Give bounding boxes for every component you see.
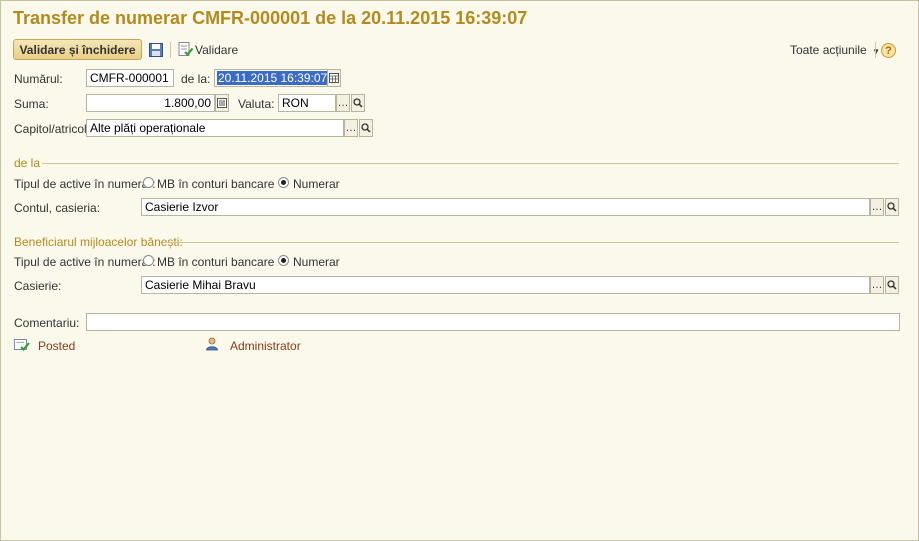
from-radio-cash[interactable] <box>278 177 289 188</box>
from-account-field[interactable]: Casierie Izvor <box>141 198 870 216</box>
to-radio-cash[interactable] <box>278 255 289 266</box>
calendar-icon[interactable] <box>327 69 341 87</box>
validate-icon[interactable] <box>177 41 194 60</box>
chapter-field[interactable]: Alte plăți operaționale <box>86 119 344 137</box>
from-option-bank-label: MB în conturi bancare <box>157 177 275 191</box>
to-option-cash-label: Numerar <box>293 255 340 269</box>
search-icon[interactable] <box>351 94 365 112</box>
to-option-bank-label: MB în conturi bancare <box>157 255 275 269</box>
date-value: 20.11.2015 16:39:07 <box>217 71 328 85</box>
section-divider <box>42 163 899 164</box>
section-divider <box>163 242 899 243</box>
currency-field[interactable]: RON <box>278 94 336 112</box>
sum-field[interactable]: 1.800,00 <box>86 94 215 112</box>
comment-field[interactable] <box>86 313 900 331</box>
date-field[interactable]: 20.11.2015 16:39:07 <box>214 69 328 87</box>
number-field[interactable]: CMFR-000001 <box>86 69 174 87</box>
to-section-title: Beneficiarul mijloacelor bănești: <box>14 235 183 249</box>
from-radio-bank[interactable] <box>143 177 154 188</box>
sum-label: Suma: <box>14 97 49 111</box>
page-title: Transfer de numerar CMFR-000001 de la 20… <box>13 8 528 28</box>
all-actions-menu[interactable]: Toate acțiunile ▼ <box>790 43 880 57</box>
user-icon <box>205 337 219 354</box>
author-link[interactable]: Administrator <box>230 339 301 353</box>
validate-and-close-button[interactable]: Validare și închidere <box>13 39 142 60</box>
save-icon[interactable] <box>148 42 164 61</box>
to-cashier-field[interactable]: Casierie Mihai Bravu <box>141 276 870 294</box>
ellipsis-icon[interactable]: … <box>336 94 350 112</box>
search-icon[interactable] <box>885 198 899 216</box>
date-label: de la: <box>181 72 211 86</box>
search-icon[interactable] <box>885 276 899 294</box>
currency-label: Valuta: <box>238 97 275 111</box>
chapter-label: Capitol/atricol: <box>14 122 91 136</box>
ellipsis-icon[interactable]: … <box>870 198 884 216</box>
help-icon[interactable]: ? <box>881 43 896 58</box>
from-option-cash-label: Numerar <box>293 177 340 191</box>
to-asset-type-label: Tipul de active în numerar: <box>14 255 156 269</box>
posted-icon <box>14 338 30 355</box>
from-section-title: de la <box>14 156 41 170</box>
calculator-icon[interactable] <box>215 94 229 112</box>
ellipsis-icon[interactable]: … <box>870 276 884 294</box>
number-label: Numărul: <box>14 72 63 86</box>
from-account-label: Contul, casieria: <box>14 201 101 215</box>
all-actions-label: Toate acțiunile <box>790 43 867 57</box>
status-link[interactable]: Posted <box>38 339 75 353</box>
comment-label: Comentariu: <box>14 316 80 330</box>
ellipsis-icon[interactable]: … <box>344 119 358 137</box>
validate-button[interactable]: Validare <box>195 43 238 57</box>
from-asset-type-label: Tipul de active în numerar: <box>14 177 156 191</box>
toolbar-separator <box>170 42 171 58</box>
search-icon[interactable] <box>359 119 373 137</box>
toolbar-separator <box>875 42 876 58</box>
to-radio-bank[interactable] <box>143 255 154 266</box>
to-cashier-label: Casierie: <box>14 279 62 293</box>
chevron-down-icon: ▼ <box>872 47 880 56</box>
